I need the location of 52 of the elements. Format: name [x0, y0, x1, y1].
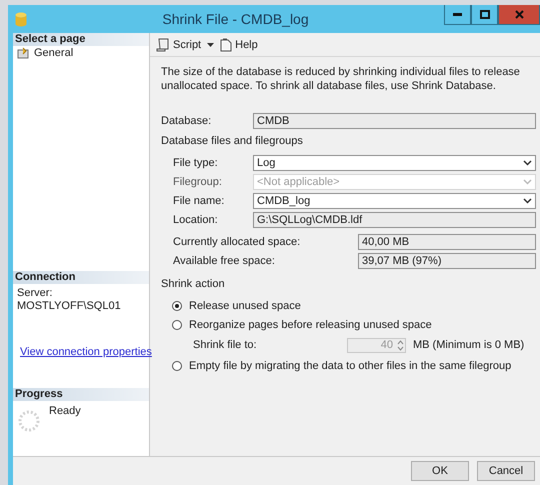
settings-page-icon: [17, 47, 31, 59]
select-page-header: Select a page: [13, 33, 149, 46]
script-button[interactable]: Script: [154, 36, 204, 52]
dropdown[interactable]: Log: [253, 154, 536, 170]
minimize-button[interactable]: [444, 5, 471, 25]
radio-label[interactable]: Reorganize pages before releasing unused space: [189, 318, 432, 330]
database-field[interactable]: CMDB: [253, 112, 536, 128]
radio-button[interactable]: [172, 320, 182, 330]
field-label: Database:: [161, 114, 212, 126]
chevron-down-icon: [523, 160, 532, 166]
page-item[interactable]: General: [34, 47, 74, 59]
scroll-icon: [156, 38, 170, 52]
server-label: Server:: [17, 287, 52, 299]
radio-button[interactable]: [172, 360, 182, 370]
caret-icon[interactable]: [207, 42, 214, 46]
dialog-button[interactable]: OK: [411, 461, 469, 481]
database-icon: [15, 12, 27, 26]
field-label: Currently allocated space:: [173, 236, 302, 248]
input-field[interactable]: 40,00 MB: [358, 234, 536, 250]
window-title: Shrink File - CMDB_log: [161, 11, 310, 27]
chevron-down-icon: [523, 198, 532, 204]
server-name: MOSTLYOFF\SQL01: [17, 300, 121, 312]
unit-hint: MB (Minimum is 0 MB): [413, 339, 526, 351]
close-icon: [514, 10, 524, 19]
dropdown[interactable]: CMDB_log: [253, 192, 536, 208]
field-label: Location:: [173, 214, 219, 226]
progress-status: Ready: [49, 405, 81, 417]
connection-header: Connection: [13, 271, 149, 284]
radio-label[interactable]: Release unused space: [189, 300, 301, 312]
maximize-button[interactable]: [471, 5, 498, 25]
description-text: The size of the database is reduced by shrinking individual files to release unallocated space. To shrink all database files, use Shrink Database.: [161, 65, 521, 93]
input-field[interactable]: G:\SQLLog\CMDB.ldf: [253, 212, 536, 228]
radio-label[interactable]: Empty file by migrating the data to other files in the same filegroup: [189, 360, 512, 372]
field-label: File name:: [173, 194, 226, 206]
dialog-button[interactable]: Cancel: [477, 461, 535, 481]
progress-spinner-icon: [17, 409, 41, 433]
view-connection-link[interactable]: View connection properties: [20, 346, 152, 358]
help-button[interactable]: Help: [218, 36, 260, 52]
chevron-down-icon: [523, 178, 532, 184]
maximize-icon: [480, 10, 490, 19]
radio-button[interactable]: [172, 300, 182, 310]
section-title: Database files and filegroups: [161, 135, 304, 147]
document-icon: [220, 38, 232, 52]
progress-header: Progress: [13, 388, 149, 401]
field-label: Available free space:: [173, 254, 276, 266]
field-label: File type:: [173, 156, 219, 168]
close-button[interactable]: [498, 5, 540, 25]
input-field[interactable]: 39,07 MB (97%): [358, 252, 536, 268]
field-label: Shrink file to:: [193, 339, 258, 351]
section-title: Shrink action: [161, 278, 226, 290]
field-label: Filegroup:: [173, 176, 223, 188]
minimize-icon: [453, 13, 462, 16]
